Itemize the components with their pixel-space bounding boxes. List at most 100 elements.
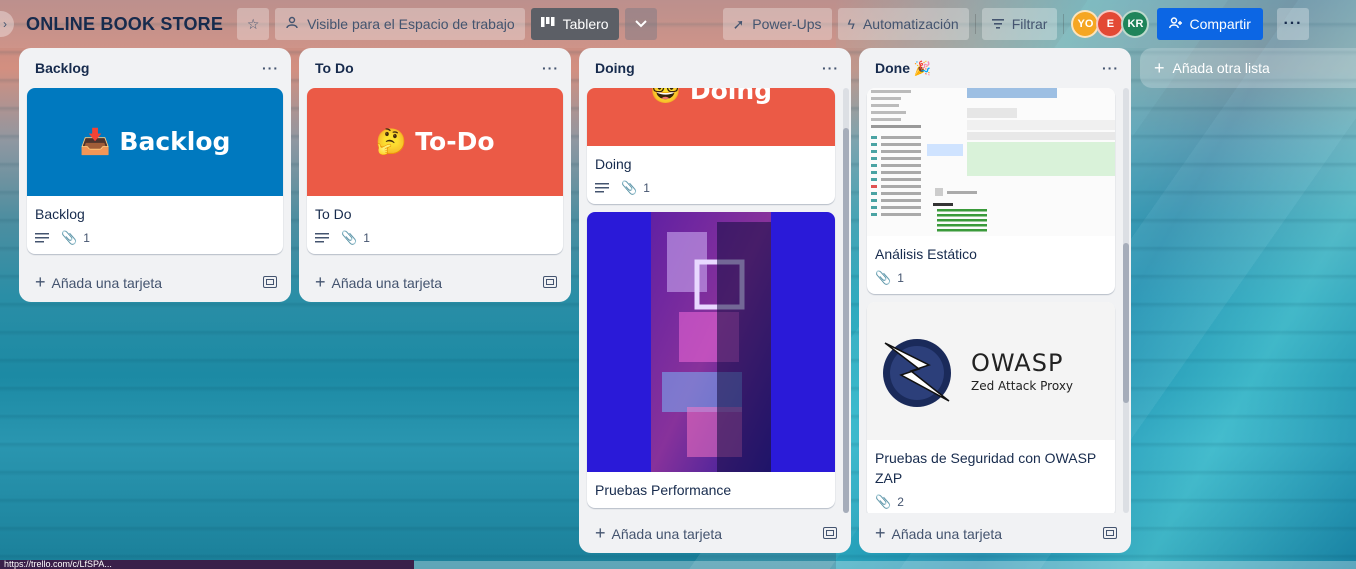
card-container: Análisis Estático 📎 1 OWASP Zed Attack P… (859, 88, 1131, 513)
card-template-icon[interactable] (263, 276, 277, 288)
list-title[interactable]: Backlog (35, 60, 89, 76)
card-title: Pruebas Performance (595, 482, 732, 498)
list-footer: + Añada una tarjeta (579, 513, 851, 553)
list-scrollbar[interactable] (843, 88, 849, 513)
list-scrollbar[interactable] (1123, 88, 1129, 513)
card-badges: 📎 1 (315, 228, 555, 248)
header-divider (974, 14, 976, 34)
list-header[interactable]: Done 🎉 ··· (859, 48, 1131, 88)
add-card-label: Añada una tarjeta (891, 525, 1003, 542)
attachment-count: 1 (83, 231, 90, 245)
chevron-down-icon (634, 16, 648, 32)
board-title[interactable]: ONLINE BOOK STORE (26, 14, 223, 35)
card[interactable]: 🤔 To-Do To Do 📎 1 (307, 88, 563, 254)
plus-icon: + (35, 271, 46, 292)
board-header: › ONLINE BOOK STORE ☆ Visible para el Es… (0, 0, 1356, 48)
plus-icon: + (315, 271, 326, 292)
card-badges: 📎 1 (35, 228, 275, 248)
card-container: 🤓 Doing Doing 📎 1 Pruebas Performance (579, 88, 851, 513)
list-menu-icon[interactable]: ··· (262, 60, 279, 76)
list-to-do: To Do ··· 🤔 To-Do To Do 📎 1 + Añada una … (299, 48, 571, 302)
card-cover: 🤓 Doing (587, 88, 835, 146)
card-cover: 📥 Backlog (27, 88, 283, 196)
attachment-badge: 📎 1 (61, 230, 90, 246)
add-card-button[interactable]: + Añada una tarjeta (35, 272, 162, 293)
sidebar-toggle-icon[interactable]: › (0, 11, 14, 37)
attachment-badge: 📎 1 (341, 230, 370, 246)
card[interactable]: 🤓 Doing Doing 📎 1 (587, 88, 835, 204)
card-cover-screenshot (867, 88, 1115, 236)
powerups-button[interactable]: ➚ Power-Ups (722, 8, 832, 40)
card-container: 🤔 To-Do To Do 📎 1 (299, 88, 571, 262)
cover-text: 🤔 To-Do (375, 127, 495, 156)
automation-button[interactable]: ϟ Automatización (837, 8, 969, 40)
list-title[interactable]: To Do (315, 60, 354, 76)
add-card-label: Añada una tarjeta (611, 525, 723, 542)
attachment-count: 1 (363, 231, 370, 245)
paperclip-icon: 📎 (341, 230, 358, 245)
link-status-bar: https://trello.com/c/LfSPA... (0, 560, 414, 569)
powerups-label: Power-Ups (752, 16, 822, 32)
owasp-subtitle: Zed Attack Proxy (971, 379, 1074, 393)
cover-text: 🤓 Doing (649, 88, 773, 105)
star-board-button[interactable]: ☆ (237, 8, 270, 40)
list-footer: + Añada una tarjeta (19, 262, 291, 302)
share-button[interactable]: Compartir (1157, 8, 1263, 40)
card-template-icon[interactable] (823, 527, 837, 539)
avatar[interactable]: YO (1071, 10, 1100, 38)
add-card-label: Añada una tarjeta (51, 274, 163, 291)
abstract-art-image (651, 212, 771, 472)
attachment-badge: 📎 2 (875, 494, 904, 510)
list-header[interactable]: Doing ··· (579, 48, 851, 88)
horizontal-scrollbar[interactable] (414, 561, 1356, 569)
avatar[interactable]: KR (1121, 10, 1150, 38)
lightning-icon: ϟ (847, 16, 855, 32)
member-avatars: YO E KR (1071, 10, 1150, 38)
list-menu-icon[interactable]: ··· (542, 60, 559, 76)
card[interactable]: Análisis Estático 📎 1 (867, 88, 1115, 294)
card-container: 📥 Backlog Backlog 📎 1 (19, 88, 291, 262)
add-card-button[interactable]: + Añada una tarjeta (315, 272, 442, 293)
list-menu-icon[interactable]: ··· (1102, 60, 1119, 76)
view-board-button[interactable]: Tablero (530, 8, 619, 40)
filter-label: Filtrar (1011, 16, 1048, 32)
add-card-button[interactable]: + Añada una tarjeta (875, 523, 1002, 544)
automation-label: Automatización (862, 16, 959, 32)
list-footer: + Añada una tarjeta (299, 262, 571, 302)
card-title: To Do (315, 206, 352, 222)
list-title[interactable]: Done 🎉 (875, 60, 931, 77)
list-title[interactable]: Doing (595, 60, 635, 76)
paperclip-icon: 📎 (875, 494, 892, 509)
list-menu-icon[interactable]: ··· (822, 60, 839, 76)
card-cover: 🤔 To-Do (307, 88, 563, 196)
card-title: Análisis Estático (875, 246, 977, 262)
avatar[interactable]: E (1096, 10, 1125, 38)
card-title: Pruebas de Seguridad con OWASP ZAP (875, 450, 1097, 486)
card[interactable]: Pruebas Performance (587, 212, 835, 508)
card[interactable]: 📥 Backlog Backlog 📎 1 (27, 88, 283, 254)
description-icon (315, 233, 329, 243)
status-url: https://trello.com/c/LfSPA... (4, 560, 112, 569)
visibility-label: Visible para el Espacio de trabajo (307, 16, 515, 32)
list-backlog: Backlog ··· 📥 Backlog Backlog 📎 1 + Añad… (19, 48, 291, 302)
paperclip-icon: 📎 (875, 270, 892, 285)
add-list-button[interactable]: + Añada otra lista (1140, 48, 1356, 88)
card-template-icon[interactable] (543, 276, 557, 288)
view-switcher-button[interactable] (624, 8, 657, 40)
plus-icon: + (875, 522, 886, 543)
rocket-icon: ➚ (732, 15, 745, 32)
attachment-badge: 📎 1 (875, 270, 904, 286)
plus-icon: + (1154, 57, 1165, 78)
list-header[interactable]: Backlog ··· (19, 48, 291, 88)
visibility-button[interactable]: Visible para el Espacio de trabajo (275, 8, 525, 40)
board-menu-button[interactable]: ··· (1276, 8, 1309, 40)
filter-button[interactable]: Filtrar (981, 8, 1058, 40)
card-title: Doing (595, 156, 632, 172)
card[interactable]: OWASP Zed Attack Proxy Pruebas de Seguri… (867, 302, 1115, 513)
paperclip-icon: 📎 (621, 180, 638, 195)
card-cover-owasp: OWASP Zed Attack Proxy (867, 302, 1115, 440)
card-template-icon[interactable] (1103, 527, 1117, 539)
list-header[interactable]: To Do ··· (299, 48, 571, 88)
board-view-icon (540, 16, 555, 32)
add-card-button[interactable]: + Añada una tarjeta (595, 523, 722, 544)
